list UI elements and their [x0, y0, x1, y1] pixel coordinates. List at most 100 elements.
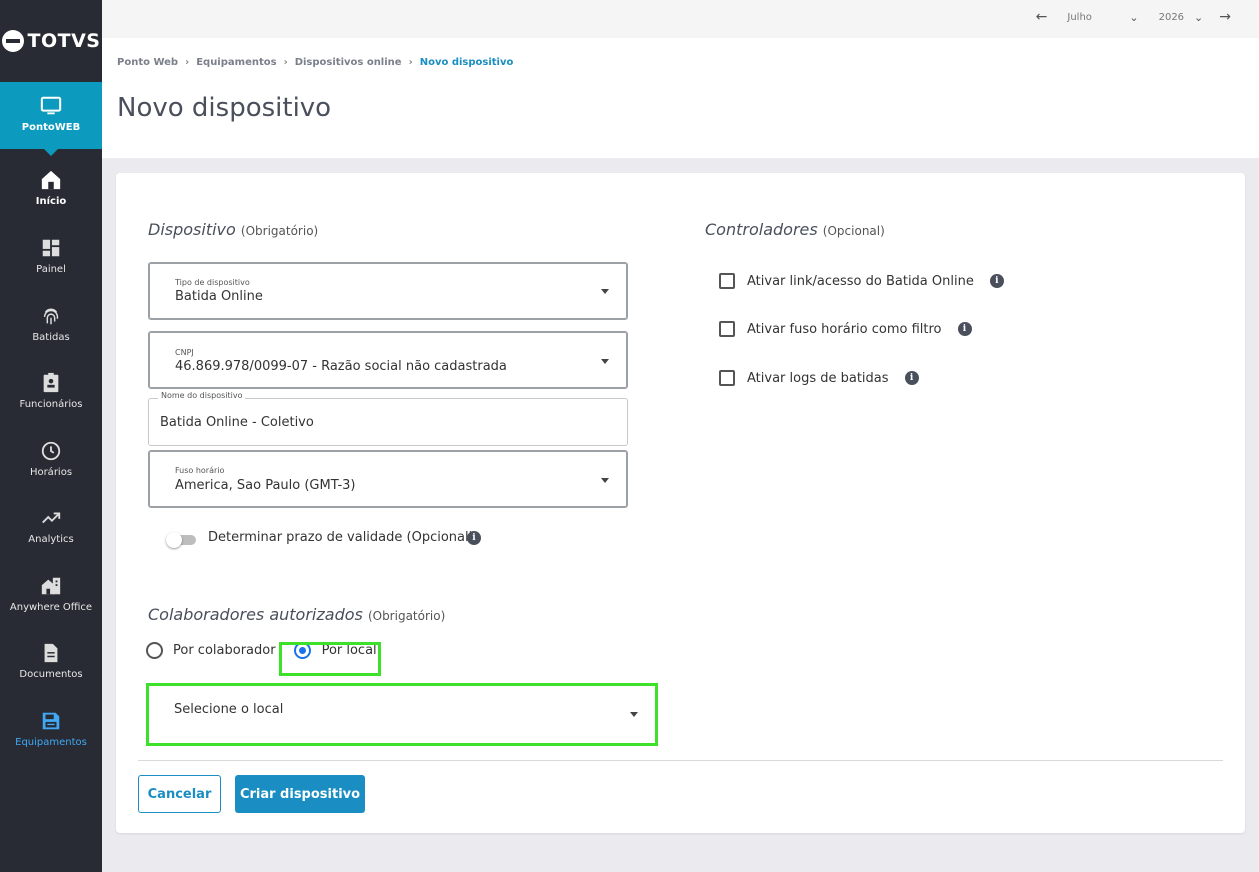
por-local-highlight: [279, 642, 381, 676]
nome-dispositivo-label: Nome do dispositivo: [158, 391, 246, 400]
sidebar-item-anywhere-office[interactable]: Anywhere Office: [0, 575, 102, 613]
arrow-right-icon[interactable]: →: [1219, 9, 1231, 25]
controladores-section-title: Controladores (Opcional): [705, 220, 885, 239]
nome-dispositivo-field[interactable]: Nome do dispositivo Batida Online - Cole…: [148, 391, 628, 446]
dispositivo-section-title: Dispositivo (Obrigatório): [148, 220, 318, 239]
chevron-down-icon[interactable]: ⌄: [1194, 11, 1203, 24]
fuso-horario-select[interactable]: Fuso horário America, Sao Paulo (GMT-3): [148, 450, 628, 508]
cnpj-select[interactable]: CNPJ 46.869.978/0099-07 - Razão social n…: [148, 331, 628, 389]
colaboradores-tag: (Obrigatório): [367, 609, 446, 623]
totvs-logo[interactable]: TOTVS: [0, 0, 102, 82]
sidebar-item-analytics[interactable]: Analytics: [0, 507, 102, 545]
caret-down-icon: [601, 289, 609, 294]
breadcrumb-separator-icon: ›: [408, 57, 413, 68]
sidebar-item-label: Funcionários: [19, 399, 83, 410]
topbar: ← Julho ⌄ 2026 ⌄ →: [102, 0, 1259, 38]
checkbox-link-acesso[interactable]: [719, 273, 735, 289]
fuso-horario-label: Fuso horário: [175, 466, 225, 475]
sidebar-item-equipamentos[interactable]: Equipamentos: [0, 710, 102, 748]
chevron-down-icon[interactable]: ⌄: [1129, 11, 1138, 24]
breadcrumb-ponto-web[interactable]: Ponto Web: [117, 57, 178, 68]
info-icon[interactable]: i: [989, 274, 1004, 288]
controlador-item: Ativar logs de batidas i: [719, 370, 919, 386]
controlador-item: Ativar link/acesso do Batida Online i: [719, 273, 1004, 289]
dispositivo-title: Dispositivo: [148, 220, 236, 239]
tipo-dispositivo-label: Tipo de dispositivo: [175, 278, 250, 287]
caret-down-icon: [630, 712, 638, 717]
page-title: Novo dispositivo: [117, 93, 332, 123]
local-select[interactable]: Selecione o local: [150, 687, 654, 742]
create-device-button[interactable]: Criar dispositivo: [235, 775, 365, 813]
home-icon: [41, 170, 61, 190]
info-icon[interactable]: i: [467, 531, 481, 545]
divider: [138, 760, 1223, 761]
document-icon: [44, 643, 58, 663]
sidebar-item-label: Painel: [36, 264, 66, 275]
dispositivo-tag: (Obrigatório): [240, 224, 319, 238]
tipo-dispositivo-select[interactable]: Tipo de dispositivo Batida Online: [148, 262, 628, 320]
toggle-knob: [166, 532, 182, 548]
date-navigator: ← Julho ⌄ 2026 ⌄ →: [1036, 9, 1231, 25]
colaboradores-title: Colaboradores autorizados: [148, 605, 363, 624]
breadcrumb-equipamentos[interactable]: Equipamentos: [196, 57, 276, 68]
radio-por-colaborador[interactable]: [146, 642, 163, 659]
module-label: PontoWEB: [21, 122, 81, 133]
caret-down-icon: [601, 359, 609, 364]
info-icon[interactable]: i: [957, 322, 972, 336]
home-work-icon: [41, 577, 61, 595]
checkbox-label[interactable]: Ativar fuso horário como filtro: [747, 322, 942, 337]
local-placeholder: Selecione o local: [174, 702, 284, 717]
sidebar-item-label: Anywhere Office: [9, 602, 93, 613]
cnpj-label: CNPJ: [175, 348, 194, 357]
validade-toggle[interactable]: [166, 532, 196, 548]
breadcrumb: Ponto Web › Equipamentos › Dispositivos …: [117, 57, 513, 68]
year-select[interactable]: 2026: [1159, 12, 1184, 23]
tipo-dispositivo-value: Batida Online: [175, 289, 263, 304]
sidebar-item-label: Equipamentos: [15, 737, 87, 748]
sidebar-item-funcionarios[interactable]: Funcionários: [0, 372, 102, 410]
badge-icon: [43, 372, 59, 393]
nome-dispositivo-input[interactable]: Batida Online - Coletivo: [160, 415, 314, 430]
sidebar-item-label: Documentos: [19, 669, 83, 680]
controlador-item: Ativar fuso horário como filtro i: [719, 321, 972, 337]
sidebar-item-label: Início: [35, 196, 67, 207]
sidebar-item-label: Horários: [29, 467, 73, 478]
cnpj-value: 46.869.978/0099-07 - Razão social não ca…: [175, 359, 507, 374]
checkbox-fuso-filtro[interactable]: [719, 321, 735, 337]
sidebar-item-painel[interactable]: Painel: [0, 237, 102, 275]
page-header: Ponto Web › Equipamentos › Dispositivos …: [102, 38, 1259, 158]
checkbox-label[interactable]: Ativar logs de batidas: [747, 371, 889, 386]
radio-por-colaborador-label[interactable]: Por colaborador: [173, 643, 276, 658]
dashboard-icon: [42, 239, 60, 257]
fingerprint-icon: [43, 308, 59, 325]
sidebar: TOTVS PontoWEB Início Painel Batidas Fun…: [0, 0, 102, 872]
info-icon[interactable]: i: [904, 371, 919, 385]
validade-label: Determinar prazo de validade (Opcional): [208, 530, 474, 545]
sidebar-item-documentos[interactable]: Documentos: [0, 642, 102, 680]
cancel-button[interactable]: Cancelar: [138, 775, 221, 813]
checkbox-logs-batidas[interactable]: [719, 370, 735, 386]
trending-up-icon: [42, 512, 61, 524]
clock-icon: [41, 441, 61, 461]
controladores-tag: (Opcional): [822, 224, 885, 238]
breadcrumb-separator-icon: ›: [283, 57, 288, 68]
monitor-icon: [40, 96, 62, 115]
breadcrumb-dispositivos-online[interactable]: Dispositivos online: [295, 57, 402, 68]
sidebar-item-label: Batidas: [32, 332, 70, 343]
colaboradores-section-title: Colaboradores autorizados (Obrigatório): [148, 605, 445, 624]
form-card: Dispositivo (Obrigatório) Tipo de dispos…: [116, 173, 1245, 833]
controladores-title: Controladores: [705, 220, 818, 239]
fuso-horario-value: America, Sao Paulo (GMT-3): [175, 478, 356, 493]
sidebar-item-inicio[interactable]: Início: [0, 169, 102, 207]
breadcrumb-separator-icon: ›: [185, 57, 190, 68]
module-pontoweb[interactable]: PontoWEB: [0, 82, 102, 156]
sidebar-item-label: Analytics: [28, 534, 74, 545]
arrow-left-icon[interactable]: ←: [1036, 9, 1048, 25]
totvs-logo-mark: [1, 30, 24, 52]
save-device-icon: [42, 712, 60, 730]
logo-text: TOTVS: [27, 30, 101, 52]
sidebar-item-batidas[interactable]: Batidas: [0, 305, 102, 343]
month-select[interactable]: Julho: [1067, 12, 1123, 23]
checkbox-label[interactable]: Ativar link/acesso do Batida Online: [747, 274, 974, 289]
sidebar-item-horarios[interactable]: Horários: [0, 440, 102, 478]
